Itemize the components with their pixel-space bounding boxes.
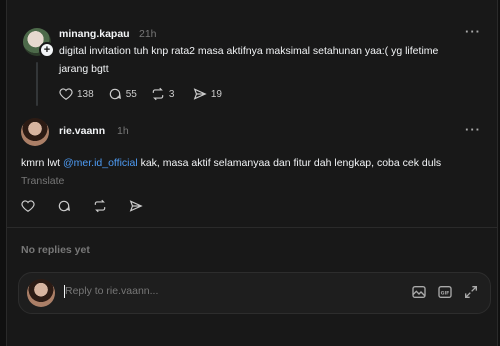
heart-icon	[21, 200, 35, 212]
post-text: kmrn lwt @mer.id_official kak, masa akti…	[21, 154, 471, 190]
like-button[interactable]	[21, 199, 39, 213]
post-actions: 138 55 3 19	[59, 87, 236, 101]
text-after: kak, masa aktif selamanyaa dan fitur dah…	[137, 157, 442, 169]
post-minang-kapau[interactable]: + minang.kapau 21h ··· digital invitatio…	[7, 0, 497, 112]
share-button[interactable]	[129, 199, 147, 213]
repost-count: 3	[168, 88, 175, 100]
post-actions	[21, 199, 165, 213]
comment-icon	[58, 200, 70, 212]
follow-plus-icon[interactable]: +	[39, 42, 55, 58]
repost-icon	[152, 87, 164, 101]
text-before: kmrn lwt	[21, 157, 63, 169]
avatar[interactable]	[21, 118, 49, 146]
timestamp[interactable]: 21h	[139, 28, 157, 40]
post-text: digital invitation tuh knp rata2 masa ak…	[59, 45, 439, 75]
avatar	[27, 279, 55, 307]
share-icon	[129, 200, 143, 212]
comment-button[interactable]: 55	[108, 87, 137, 101]
reply-input[interactable]: Reply to rie.vaann...	[65, 285, 158, 297]
timestamp[interactable]: 1h	[117, 125, 129, 137]
thread-line	[36, 62, 38, 106]
username[interactable]: minang.kapau	[59, 28, 130, 40]
share-count: 19	[210, 88, 222, 100]
mention-link[interactable]: @mer.id_official	[63, 157, 138, 169]
no-replies-label: No replies yet	[21, 244, 90, 256]
share-icon	[193, 88, 207, 100]
repost-icon	[94, 199, 106, 213]
repost-button[interactable]	[93, 199, 111, 213]
expand-icon[interactable]	[463, 284, 479, 300]
thread-panel: + minang.kapau 21h ··· digital invitatio…	[6, 0, 498, 346]
comment-icon	[109, 88, 121, 100]
repost-button[interactable]: 3	[151, 87, 179, 101]
share-button[interactable]: 19	[193, 87, 222, 101]
svg-text:GIF: GIF	[441, 290, 450, 296]
like-button[interactable]: 138	[59, 87, 94, 101]
more-options-icon[interactable]: ···	[465, 122, 481, 137]
like-count: 138	[77, 88, 94, 100]
gif-icon[interactable]: GIF	[437, 284, 453, 300]
username[interactable]: rie.vaann	[59, 125, 105, 137]
comment-count: 55	[125, 88, 137, 100]
translate-link[interactable]: Translate	[21, 175, 64, 187]
heart-icon	[59, 88, 73, 100]
reply-composer[interactable]: Reply to rie.vaann... GIF	[18, 272, 491, 314]
more-options-icon[interactable]: ···	[465, 24, 481, 39]
divider	[7, 227, 497, 228]
comment-button[interactable]	[57, 199, 75, 213]
image-icon[interactable]	[411, 284, 427, 300]
post-rie-vaann[interactable]: rie.vaann 1h ··· kmrn lwt @mer.id_offici…	[7, 112, 497, 222]
